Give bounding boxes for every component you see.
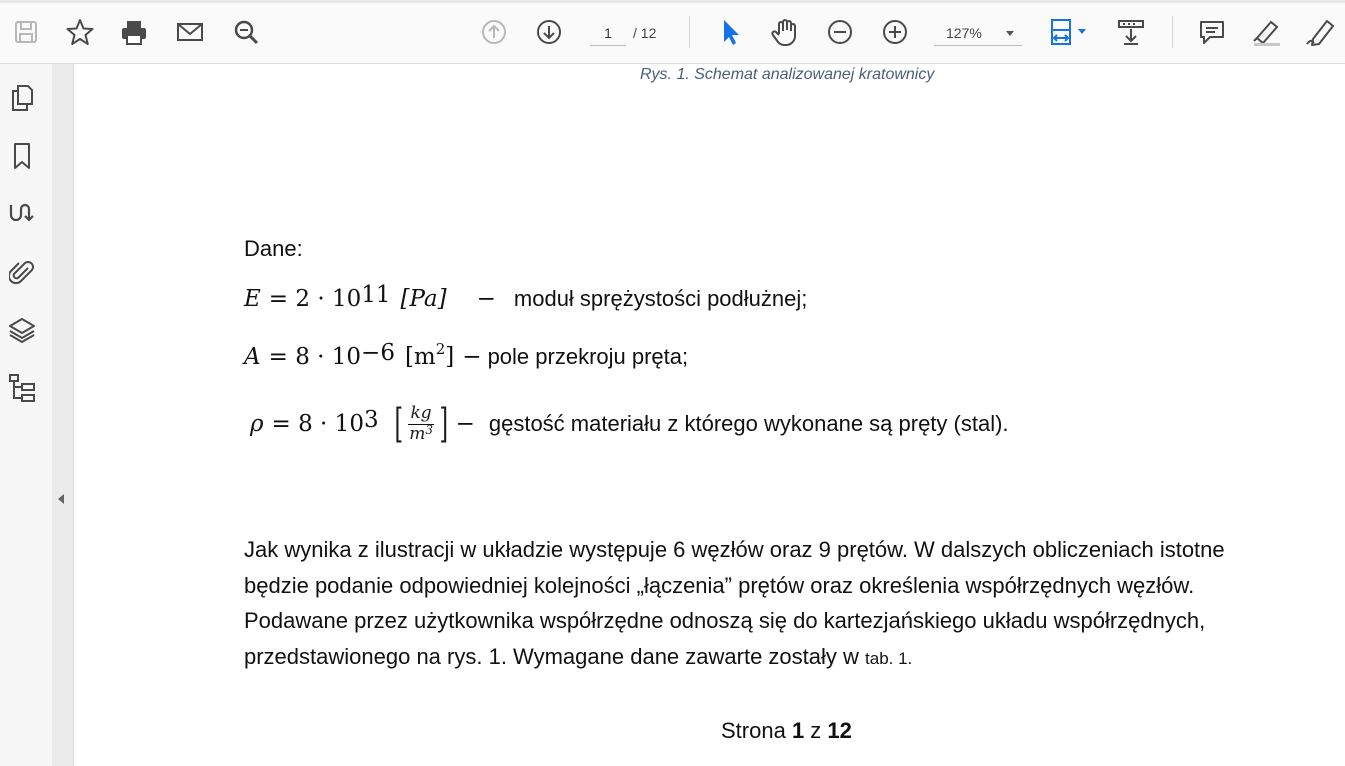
figure-caption: Rys. 1. Schemat analizowanej kratownicy <box>640 66 935 83</box>
zoom-select[interactable]: 127% <box>934 20 1022 46</box>
hand-icon[interactable] <box>767 14 803 50</box>
print-icon[interactable] <box>116 14 152 50</box>
left-sidebar <box>0 64 52 766</box>
save-icon[interactable] <box>8 14 44 50</box>
eq3-fraction-numerator: kg <box>408 402 434 425</box>
zoom-value: 127% <box>946 25 982 41</box>
bracket-close: ] <box>439 401 449 447</box>
bracket-open: [ <box>394 401 403 447</box>
table-reference: tab. 1. <box>865 648 913 668</box>
page-number-input[interactable]: 1 <box>590 20 626 46</box>
paragraph-line-text: przedstawionego na rys. 1. Wymagane dane… <box>244 643 866 669</box>
pages-icon[interactable] <box>6 82 38 114</box>
dane-heading: Dane: <box>244 236 303 261</box>
paragraph-line: przedstawionego na rys. 1. Wymagane dane… <box>244 639 1334 677</box>
highlight-icon[interactable] <box>1249 14 1285 50</box>
signature-icon[interactable] <box>6 198 38 230</box>
eq2-description: pole przekroju pręta; <box>487 344 689 369</box>
footer-prefix: Strona <box>721 718 792 743</box>
eq2-symbol: A <box>244 344 261 370</box>
page-down-icon[interactable] <box>531 14 567 50</box>
toolbar-divider <box>1172 16 1173 48</box>
tree-icon[interactable] <box>6 372 38 404</box>
eq3-fraction-denominator: m3 <box>407 422 435 444</box>
eq1-exponent: 11 <box>361 282 391 308</box>
layers-icon[interactable] <box>6 314 38 346</box>
eq2-exponent: −6 <box>361 340 395 366</box>
sign-icon[interactable] <box>1303 14 1339 50</box>
select-cursor-icon[interactable] <box>712 14 748 50</box>
eq2-dash: − <box>462 344 482 370</box>
eq3-den-exponent: 3 <box>425 422 433 437</box>
eq3-description: gęstość materiału z którego wykonane są … <box>488 411 1009 436</box>
top-toolbar: 1 / 12 127% <box>0 0 1345 64</box>
star-icon[interactable] <box>62 14 98 50</box>
bookmark-icon[interactable] <box>6 140 38 172</box>
eq3-value: = 8 · 10 <box>271 411 364 437</box>
eq2-unit-close: ] <box>445 344 455 370</box>
footer-page-number: 1 <box>791 718 805 743</box>
paragraph-line: Podawane przez użytkownika współrzędne o… <box>244 608 1206 633</box>
sidebar-collapse-handle[interactable] <box>52 64 74 766</box>
eq3-dash: − <box>455 411 475 437</box>
eq3-unit: [ kg m3 ] <box>391 404 452 444</box>
eq3-symbol: ρ <box>250 411 264 437</box>
scroll-mode-icon[interactable] <box>1113 14 1149 50</box>
equation-density: ρ = 8 · 10 3 [ kg m3 ] − gęstość materiał… <box>244 404 1009 444</box>
eq1-value: = 2 · 10 <box>268 286 362 312</box>
eq1-description: moduł sprężystości podłużnej; <box>513 286 808 311</box>
attachment-icon[interactable] <box>6 256 38 288</box>
search-icon[interactable] <box>228 14 264 50</box>
chevron-left-icon <box>58 494 64 504</box>
comment-icon[interactable] <box>1194 14 1230 50</box>
eq3-exponent: 3 <box>363 407 379 433</box>
document-page: Rys. 1. Schemat analizowanej kratownicy … <box>74 64 1345 766</box>
fit-page-icon[interactable] <box>1044 14 1092 50</box>
page-total-label: / 12 <box>633 25 657 41</box>
paragraph-line: Jak wynika z ilustracji w układzie wystę… <box>244 537 1225 562</box>
eq2-unit-exponent: 2 <box>435 340 446 358</box>
paragraph-line: będzie podanie odpowiedniej kolejności „… <box>244 572 1195 598</box>
eq2-unit-open: [m <box>404 344 436 370</box>
toolbar-divider <box>689 16 690 48</box>
page-footer: Strona 1 z 12 <box>721 718 852 744</box>
equation-modulus: E = 2 · 10 11 [Pa] − moduł sprężystości p… <box>244 282 808 312</box>
eq1-dash: − <box>476 286 496 312</box>
page-up-icon[interactable] <box>476 14 512 50</box>
zoom-in-icon[interactable] <box>877 14 913 50</box>
body-paragraph: Jak wynika z ilustracji w układzie wystę… <box>244 532 1334 676</box>
footer-mid: z <box>804 718 828 743</box>
eq3-den-base: m <box>409 423 426 444</box>
chevron-down-icon <box>1006 31 1014 36</box>
eq3-fraction: kg m3 <box>407 402 435 444</box>
eq2-unit: [m2] <box>404 340 455 370</box>
eq2-value: = 8 · 10 <box>268 344 362 370</box>
zoom-out-icon[interactable] <box>822 14 858 50</box>
equation-area: A = 8 · 10 −6 [m2] − pole przekroju pręta… <box>244 340 689 370</box>
footer-page-total: 12 <box>827 718 852 743</box>
mail-icon[interactable] <box>172 14 208 50</box>
eq1-symbol: E <box>244 286 261 312</box>
eq1-unit: [Pa] <box>400 286 447 312</box>
